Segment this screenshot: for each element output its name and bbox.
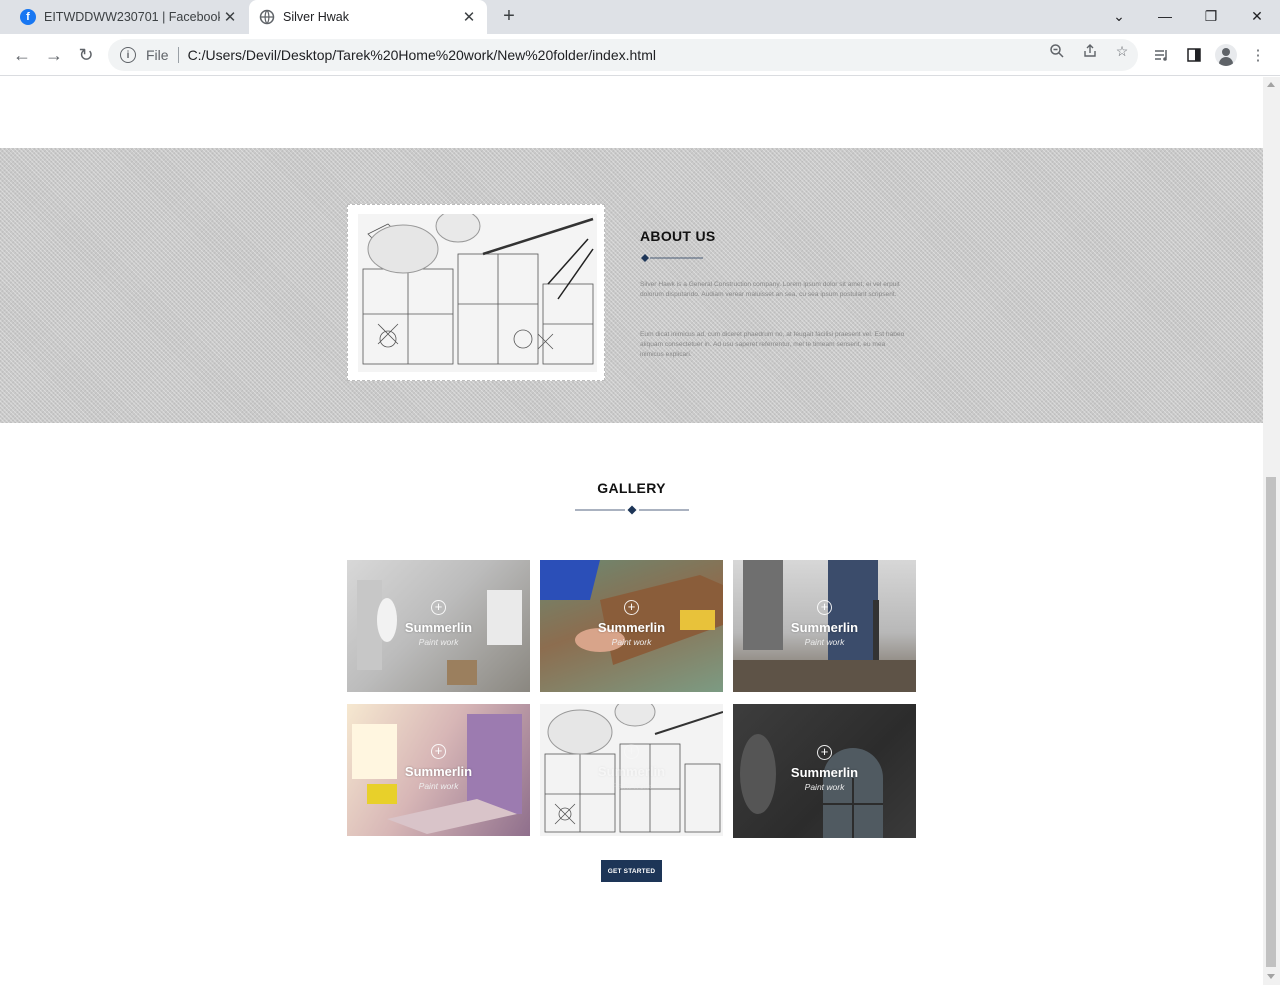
- profile-head: [1222, 48, 1230, 56]
- gallery-overlay: + Summerlin Paint work: [540, 704, 723, 836]
- gallery-overlay: + Summerlin Paint work: [540, 560, 723, 692]
- gallery-overlay: + Summerlin Paint work: [733, 560, 916, 692]
- tab-title: Silver Hwak: [283, 10, 349, 24]
- about-divider: [641, 254, 703, 262]
- side-panel-icon[interactable]: [1184, 45, 1204, 65]
- file-label: File: [146, 47, 169, 63]
- tab-facebook[interactable]: f EITWDDWW230701 | Facebook ✕: [8, 0, 248, 34]
- gallery-divider: [575, 505, 689, 515]
- tab-silver-hwak[interactable]: Silver Hwak ✕: [249, 0, 487, 34]
- gallery-item-subtitle: Paint work: [611, 780, 652, 791]
- restore-button[interactable]: ❐: [1188, 0, 1234, 32]
- gallery-item-subtitle: Paint work: [418, 780, 459, 791]
- window-close-button[interactable]: ✕: [1234, 0, 1280, 32]
- page-scrollbar[interactable]: [1263, 77, 1280, 985]
- info-icon[interactable]: i: [120, 47, 136, 63]
- zoom-icon[interactable]: [1048, 42, 1066, 60]
- about-paragraph-2: Eum dicat inimicus ad, cum diceret phaed…: [640, 331, 905, 358]
- facebook-icon: f: [20, 9, 36, 25]
- gallery-item-2[interactable]: + Summerlin Paint work: [540, 560, 723, 692]
- tab-strip: f EITWDDWW230701 | Facebook ✕ Silver Hwa…: [0, 0, 1280, 34]
- gallery-overlay: + Summerlin Paint work: [347, 560, 530, 692]
- gallery-item-title: Summerlin: [790, 764, 859, 780]
- globe-icon: [259, 9, 275, 25]
- about-paragraph-1: Silver Hawk is a General Construction co…: [640, 281, 900, 298]
- gallery-item-subtitle: Paint work: [611, 636, 652, 647]
- gallery-item-subtitle: Paint work: [418, 636, 459, 647]
- gallery-item-title: Summerlin: [597, 619, 666, 635]
- forward-button[interactable]: →: [42, 43, 66, 67]
- page-viewport: ABOUT US Silver Hawk is a General Constr…: [0, 77, 1263, 985]
- scroll-up-arrow-icon[interactable]: [1267, 82, 1275, 87]
- plus-icon[interactable]: +: [431, 743, 446, 759]
- gallery-item-6[interactable]: + Summerlin Paint work: [733, 704, 916, 838]
- browser-toolbar: ← → ↻ i File C:/Users/Devil/Desktop/Tare…: [0, 34, 1280, 76]
- gallery-item-1[interactable]: + Summerlin Paint work: [347, 560, 530, 692]
- gallery-title: GALLERY: [597, 480, 666, 496]
- scrollbar-thumb[interactable]: [1266, 477, 1276, 967]
- address-bar[interactable]: i File C:/Users/Devil/Desktop/Tarek%20Ho…: [108, 39, 1138, 71]
- plus-icon[interactable]: +: [431, 599, 446, 615]
- gallery-item-title: Summerlin: [790, 619, 859, 635]
- profile-body: [1219, 57, 1233, 66]
- about-image-frame: [347, 204, 605, 381]
- profile-avatar[interactable]: [1215, 44, 1237, 66]
- divider: [177, 47, 179, 63]
- blueprint-image: [358, 214, 597, 372]
- plus-icon[interactable]: +: [817, 599, 832, 615]
- plus-icon[interactable]: +: [624, 599, 639, 615]
- gallery-item-subtitle: Paint work: [804, 781, 845, 792]
- gallery-overlay: + Summerlin Paint work: [733, 704, 916, 838]
- reload-button[interactable]: ↻: [74, 43, 98, 67]
- gallery-item-3[interactable]: + Summerlin Paint work: [733, 560, 916, 692]
- close-icon[interactable]: ✕: [459, 7, 479, 27]
- tab-search-icon[interactable]: ⌄: [1096, 0, 1142, 32]
- plus-icon[interactable]: +: [817, 744, 832, 760]
- bookmark-star-icon[interactable]: ☆: [1113, 42, 1131, 60]
- gallery-item-subtitle: Paint work: [804, 636, 845, 647]
- reading-list-icon[interactable]: [1151, 45, 1171, 65]
- url-text[interactable]: C:/Users/Devil/Desktop/Tarek%20Home%20wo…: [188, 47, 656, 63]
- get-started-button[interactable]: GET STARTED: [601, 860, 662, 882]
- close-icon[interactable]: ✕: [220, 7, 240, 27]
- scroll-down-arrow-icon[interactable]: [1267, 974, 1275, 979]
- back-button[interactable]: ←: [10, 43, 34, 67]
- menu-icon[interactable]: ⋮: [1248, 45, 1268, 65]
- gallery-item-title: Summerlin: [404, 763, 473, 779]
- gallery-item-title: Summerlin: [404, 619, 473, 635]
- plus-icon[interactable]: +: [624, 743, 639, 759]
- tab-title: EITWDDWW230701 | Facebook: [44, 10, 220, 24]
- minimize-button[interactable]: —: [1142, 0, 1188, 32]
- share-icon[interactable]: [1081, 42, 1099, 60]
- gallery-item-title: Summerlin: [597, 763, 666, 779]
- about-section: ABOUT US Silver Hawk is a General Constr…: [0, 148, 1263, 423]
- gallery-item-5[interactable]: + Summerlin Paint work: [540, 704, 723, 836]
- gallery-item-4[interactable]: + Summerlin Paint work: [347, 704, 530, 836]
- new-tab-button[interactable]: +: [497, 6, 521, 28]
- about-title: ABOUT US: [640, 228, 716, 244]
- gallery-overlay: + Summerlin Paint work: [347, 704, 530, 836]
